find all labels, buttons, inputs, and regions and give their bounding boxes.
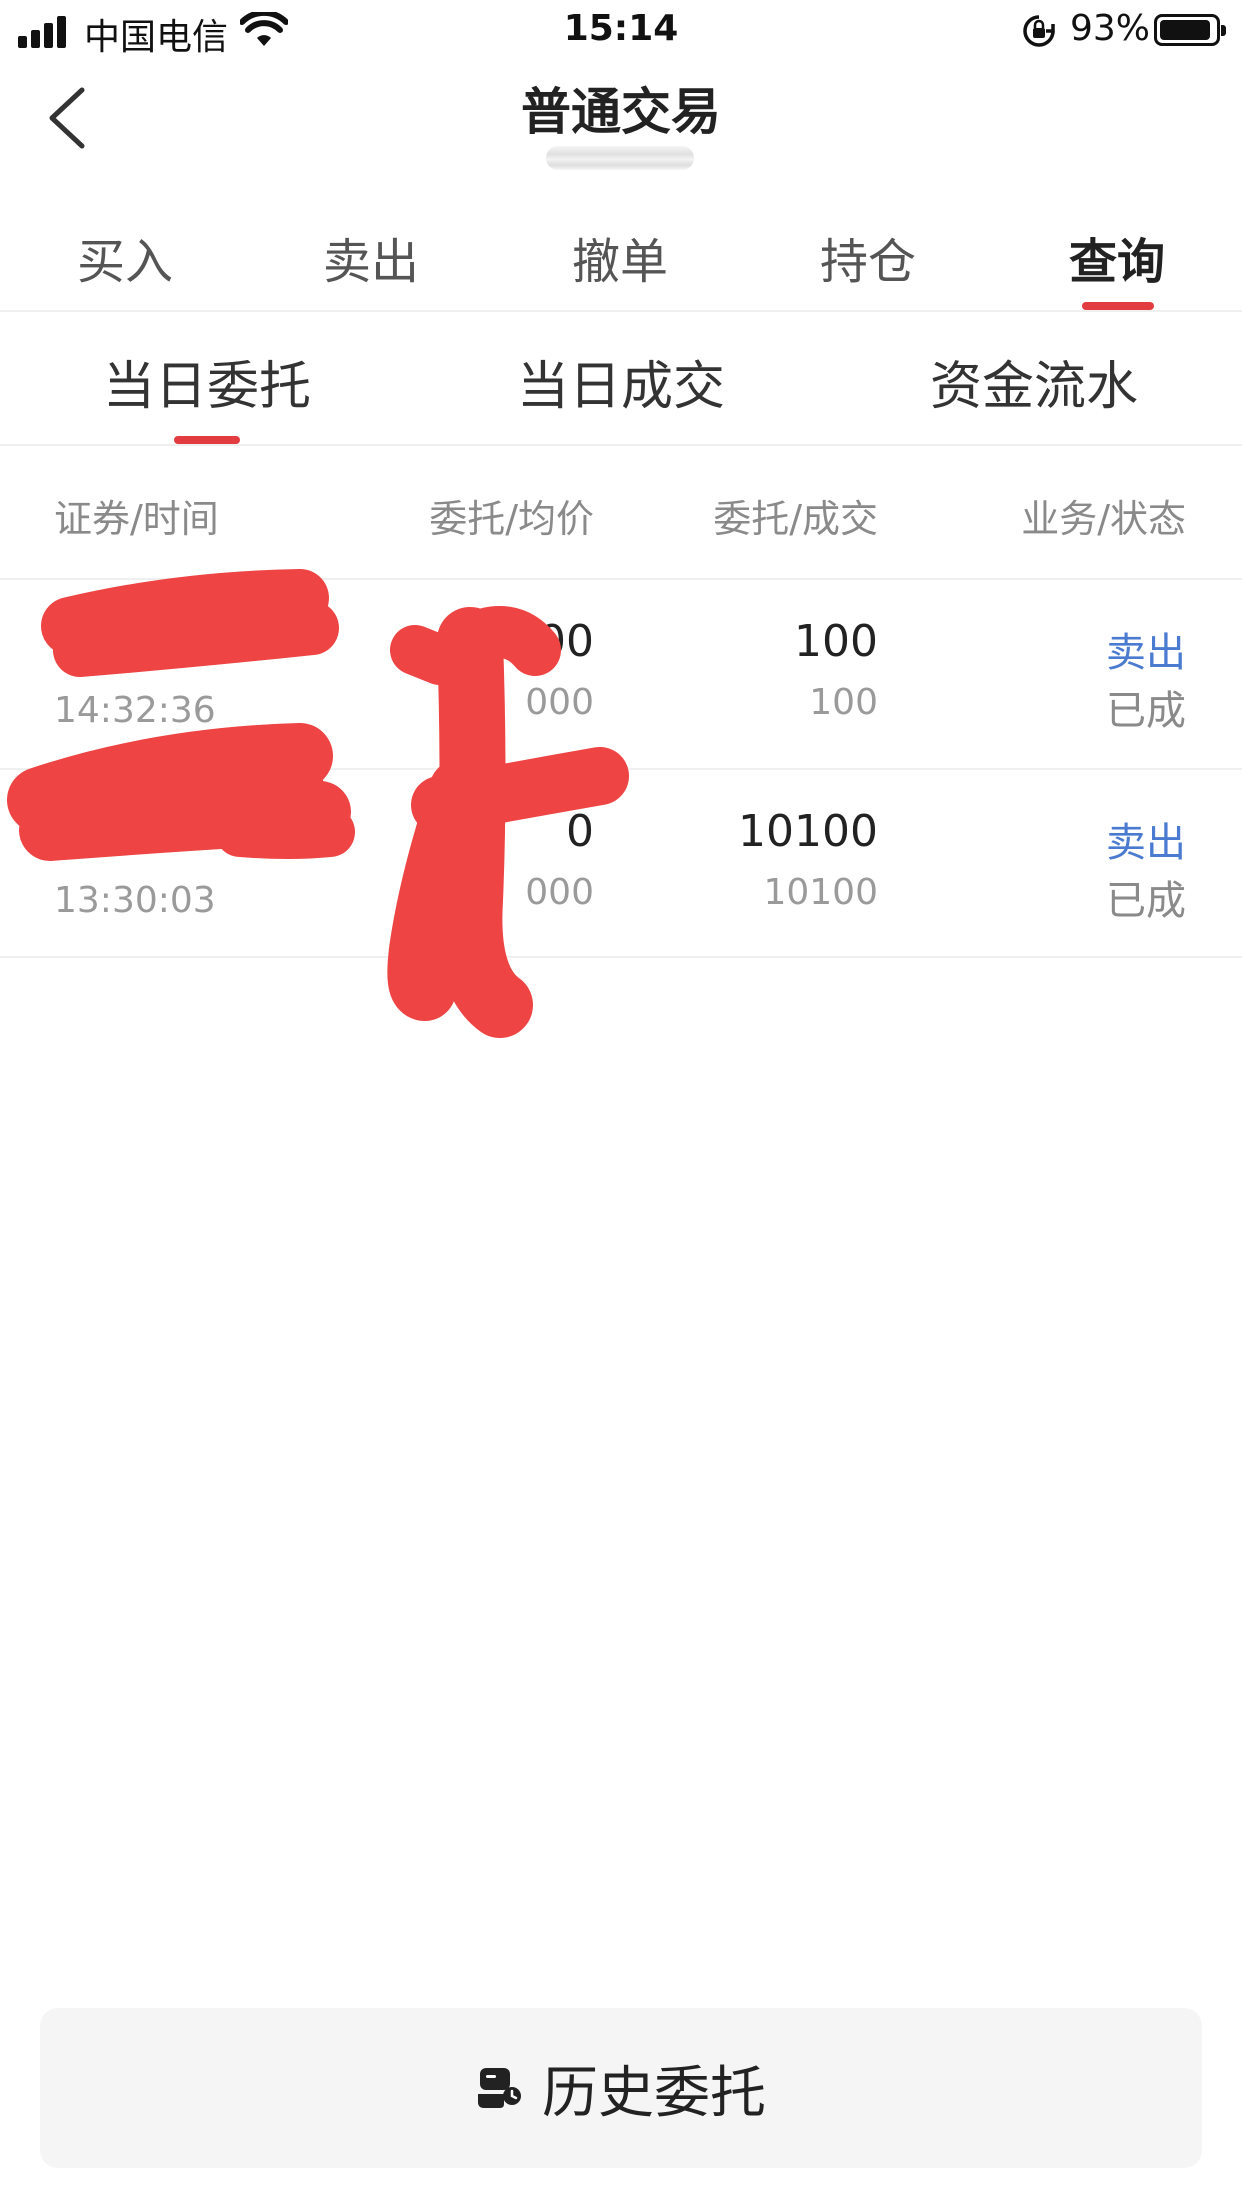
subtab-fund-flow[interactable]: 资金流水 — [887, 344, 1181, 417]
tab-buy[interactable]: 买入 — [50, 222, 200, 290]
order-price: 00 — [538, 616, 594, 667]
filled-quantity: 100 — [809, 682, 878, 723]
subtab-today-orders[interactable]: 当日委托 — [60, 344, 354, 417]
active-tab-indicator — [1082, 302, 1154, 310]
tab-positions[interactable]: 持仓 — [793, 222, 943, 290]
rotation-lock-icon — [1023, 15, 1055, 47]
header-security-time: 证券/时间 — [54, 497, 219, 541]
order-time: 13:30:03 — [54, 880, 216, 921]
tab-cancel-order[interactable]: 撤单 — [545, 222, 695, 290]
history-orders-button[interactable]: 历史委托 — [40, 2008, 1202, 2168]
battery-percent: 93% — [1070, 8, 1151, 49]
filled-quantity: 10100 — [763, 872, 878, 913]
operation-sell-link[interactable]: 卖出 — [960, 810, 1186, 868]
battery-icon — [1154, 14, 1226, 46]
history-orders-label: 历史委托 — [542, 2060, 766, 2126]
divider — [0, 444, 1242, 446]
active-subtab-indicator — [174, 436, 240, 444]
header-order-avg-price: 委托/均价 — [429, 497, 594, 541]
table-row[interactable]: 14:32:36 00 000 100 100 卖出 已成 — [0, 580, 1242, 768]
order-time: 14:32:36 — [54, 690, 216, 731]
history-record-icon — [478, 2068, 521, 2108]
header-order-filled: 委托/成交 — [713, 497, 878, 541]
table-row[interactable]: 13:30:03 0 000 10100 10100 卖出 已成 — [0, 770, 1242, 958]
divider — [0, 310, 1242, 312]
avg-price: 000 — [525, 682, 594, 723]
status-bar: 中国电信 15:14 93% — [0, 0, 1242, 64]
tab-query[interactable]: 查询 — [1042, 222, 1192, 290]
subtab-today-trades[interactable]: 当日成交 — [474, 344, 768, 417]
order-status: 已成 — [1106, 688, 1186, 734]
header-type-status: 业务/状态 — [1021, 497, 1186, 541]
account-subtitle-blurred — [546, 146, 694, 170]
order-quantity: 10100 — [738, 806, 878, 857]
avg-price: 000 — [525, 872, 594, 913]
tab-sell[interactable]: 卖出 — [296, 222, 446, 290]
order-quantity: 100 — [794, 616, 878, 667]
redaction-scribble — [7, 569, 629, 1038]
order-price: 0 — [566, 806, 594, 857]
operation-sell-link[interactable]: 卖出 — [960, 620, 1186, 678]
order-status: 已成 — [1106, 878, 1186, 924]
page-title: 普通交易 — [521, 83, 721, 141]
divider — [0, 956, 1242, 958]
